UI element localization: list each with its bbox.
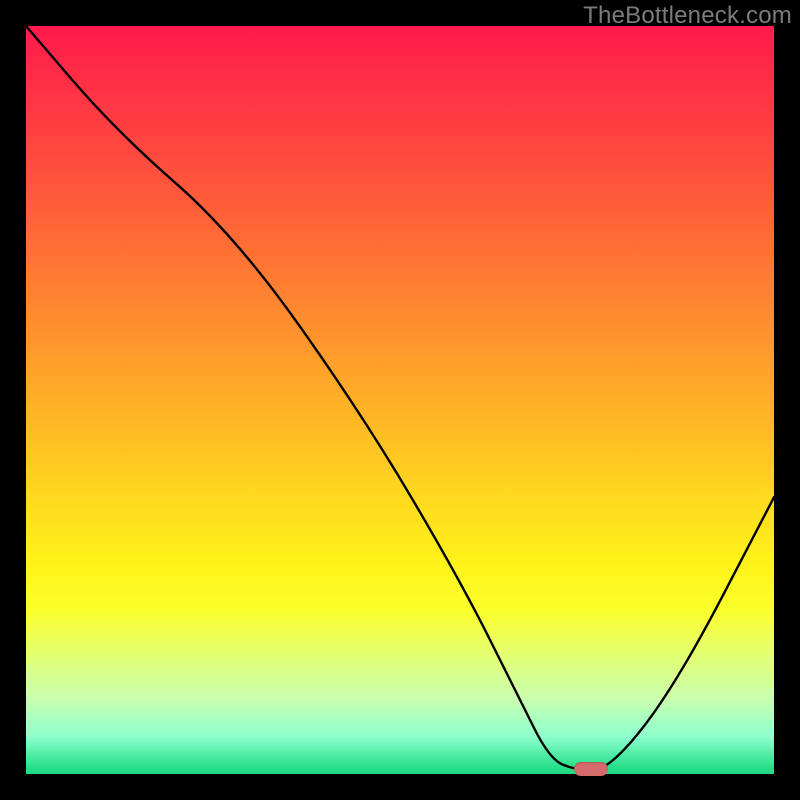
chart-line-path xyxy=(26,26,774,770)
chart-plot-area xyxy=(26,26,774,774)
chart-frame: TheBottleneck.com xyxy=(0,0,800,800)
chart-optimum-marker xyxy=(574,762,608,776)
watermark-text: TheBottleneck.com xyxy=(583,2,792,30)
chart-line xyxy=(26,26,774,774)
